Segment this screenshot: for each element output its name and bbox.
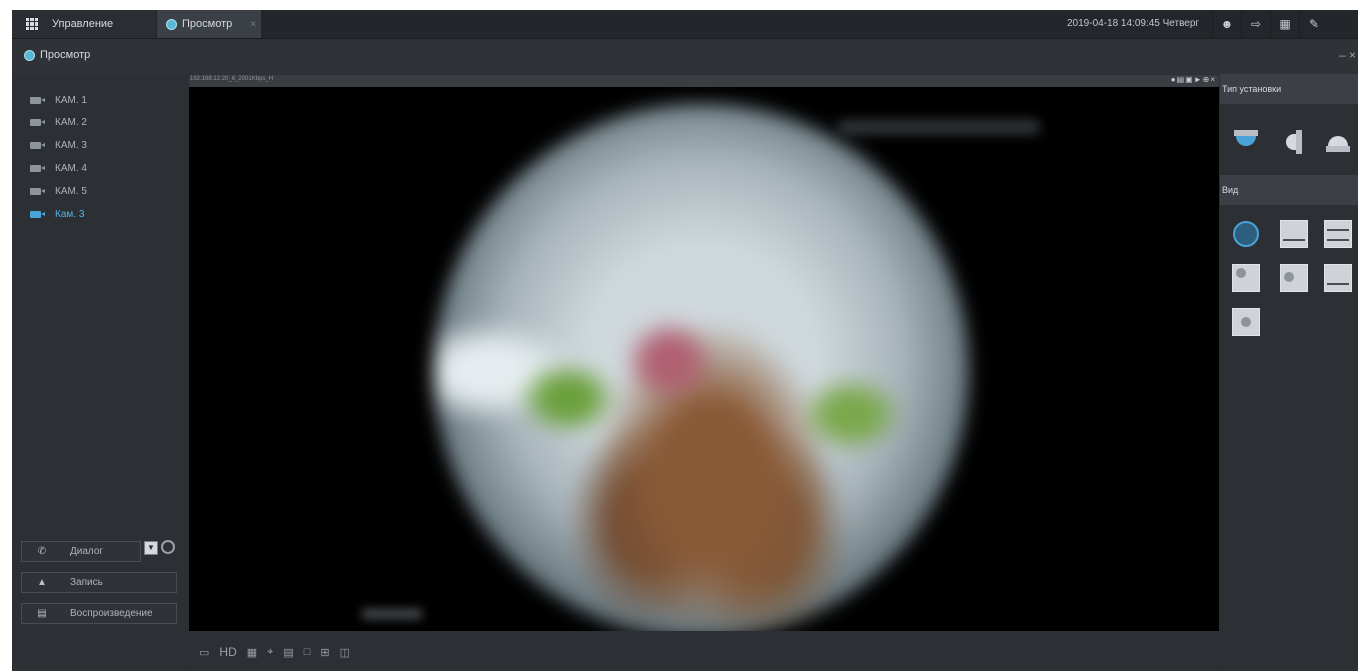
playback-button[interactable]: ▤ Воспроизведение (21, 603, 177, 624)
view-mode-fisheye-plus-8[interactable] (1232, 308, 1260, 336)
camera-label: КАМ. 2 (55, 116, 87, 128)
osd-overlay (362, 609, 422, 619)
tab-view[interactable]: Просмотр × (157, 10, 261, 38)
camera-item-active[interactable]: Кам. 3 (30, 205, 84, 223)
camera-item[interactable]: КАМ. 4 (30, 159, 87, 177)
quad-layout-icon[interactable]: ⊞ (320, 646, 329, 659)
dialog-dropdown[interactable]: ▼ (144, 541, 158, 555)
globe-icon (166, 18, 177, 30)
fisheye-image (434, 104, 969, 631)
video-header: 192.168.12.20_6_2001Kbps_H ●▤▣►⊕× (189, 75, 1219, 87)
camera-item[interactable]: КАМ. 5 (30, 182, 87, 200)
camera-label: КАМ. 3 (55, 139, 87, 151)
record-indicator-icon[interactable] (161, 540, 175, 554)
warning-icon: ▲ (37, 577, 47, 588)
page-title-bar: Просмотр – × (12, 39, 1358, 74)
stream-switch-icon[interactable]: ▭ (199, 646, 209, 659)
view-mode-panorama-plus-grid[interactable] (1324, 264, 1352, 292)
camera-label: КАМ. 1 (55, 94, 87, 106)
camera-item[interactable]: КАМ. 3 (30, 136, 87, 154)
film-icon: ▤ (37, 608, 47, 619)
view-mode-double-panorama[interactable] (1324, 220, 1352, 248)
camera-label: КАМ. 5 (55, 185, 87, 197)
stream-info: 192.168.12.20_6_2001Kbps_H (190, 76, 274, 82)
ceiling-mount-icon[interactable] (1232, 130, 1260, 156)
camera-icon (30, 187, 45, 195)
snapshot-icon[interactable]: ▦ (247, 646, 257, 659)
window-icon[interactable]: ▤ (283, 646, 293, 659)
video-controls[interactable]: ●▤▣►⊕× (1171, 75, 1216, 84)
app-window: Управление Просмотр × 2019-04-18 14:09:4… (12, 10, 1358, 671)
tab-manage-label: Управление (52, 18, 114, 30)
video-toolbar: ▭ HD ▦ ⌖ ▤ □ ⊞ ◫ (189, 631, 1219, 671)
top-tab-bar: Управление Просмотр × 2019-04-18 14:09:4… (12, 10, 1358, 39)
page-title: Просмотр (40, 49, 91, 61)
camera-icon (30, 141, 45, 149)
fisheye-settings-panel: Тип установки Вид (1220, 74, 1358, 671)
logout-icon[interactable]: ⇨ (1241, 10, 1270, 38)
wall-mount-icon[interactable] (1280, 130, 1308, 156)
custom-layout-icon[interactable]: ◫ (340, 646, 350, 659)
hd-button[interactable]: HD (219, 645, 236, 659)
view-mode-fisheye-plus-4[interactable] (1280, 264, 1308, 292)
view-mode-fisheye[interactable] (1232, 220, 1260, 248)
layout-icon[interactable]: ▦ (1270, 10, 1299, 38)
camera-icon (30, 164, 45, 172)
record-button[interactable]: ▲ Запись (21, 572, 177, 593)
tab-manage[interactable]: Управление (12, 10, 156, 38)
view-mode-panorama[interactable] (1280, 220, 1308, 248)
view-header: Вид (1220, 175, 1358, 205)
dialog-button[interactable]: ✆ Диалог (21, 541, 141, 562)
tab-view-label: Просмотр (182, 18, 233, 30)
install-type-header: Тип установки (1220, 74, 1358, 104)
playback-label: Воспроизведение (70, 608, 153, 619)
top-toolbar: ☻ ⇨ ▦ ✎ (1212, 10, 1328, 38)
phone-icon: ✆ (37, 546, 47, 557)
camera-icon (30, 96, 45, 104)
ground-mount-icon[interactable] (1324, 130, 1352, 156)
pin-icon[interactable]: ✎ (1299, 10, 1328, 38)
camera-icon (30, 210, 45, 218)
user-icon[interactable]: ☻ (1212, 10, 1241, 38)
camera-icon (30, 118, 45, 126)
dialog-label: Диалог (70, 546, 104, 557)
camera-label: КАМ. 4 (55, 162, 87, 174)
fullscreen-icon[interactable]: ⌖ (267, 646, 273, 659)
record-label: Запись (70, 577, 103, 588)
apps-grid-icon (26, 18, 38, 30)
globe-icon (24, 50, 35, 61)
video-view[interactable] (189, 87, 1219, 631)
close-tab-icon[interactable]: × (250, 19, 256, 30)
camera-item[interactable]: КАМ. 1 (30, 91, 87, 109)
datetime-display: 2019-04-18 14:09:45 Четверг (1067, 18, 1200, 29)
window-controls[interactable]: – × (1339, 48, 1356, 62)
camera-label: Кам. 3 (55, 208, 85, 220)
camera-item[interactable]: КАМ. 2 (30, 113, 87, 131)
view-mode-fisheye-plus-3[interactable] (1232, 264, 1260, 292)
osd-overlay (839, 120, 1039, 134)
single-layout-icon[interactable]: □ (304, 646, 311, 658)
